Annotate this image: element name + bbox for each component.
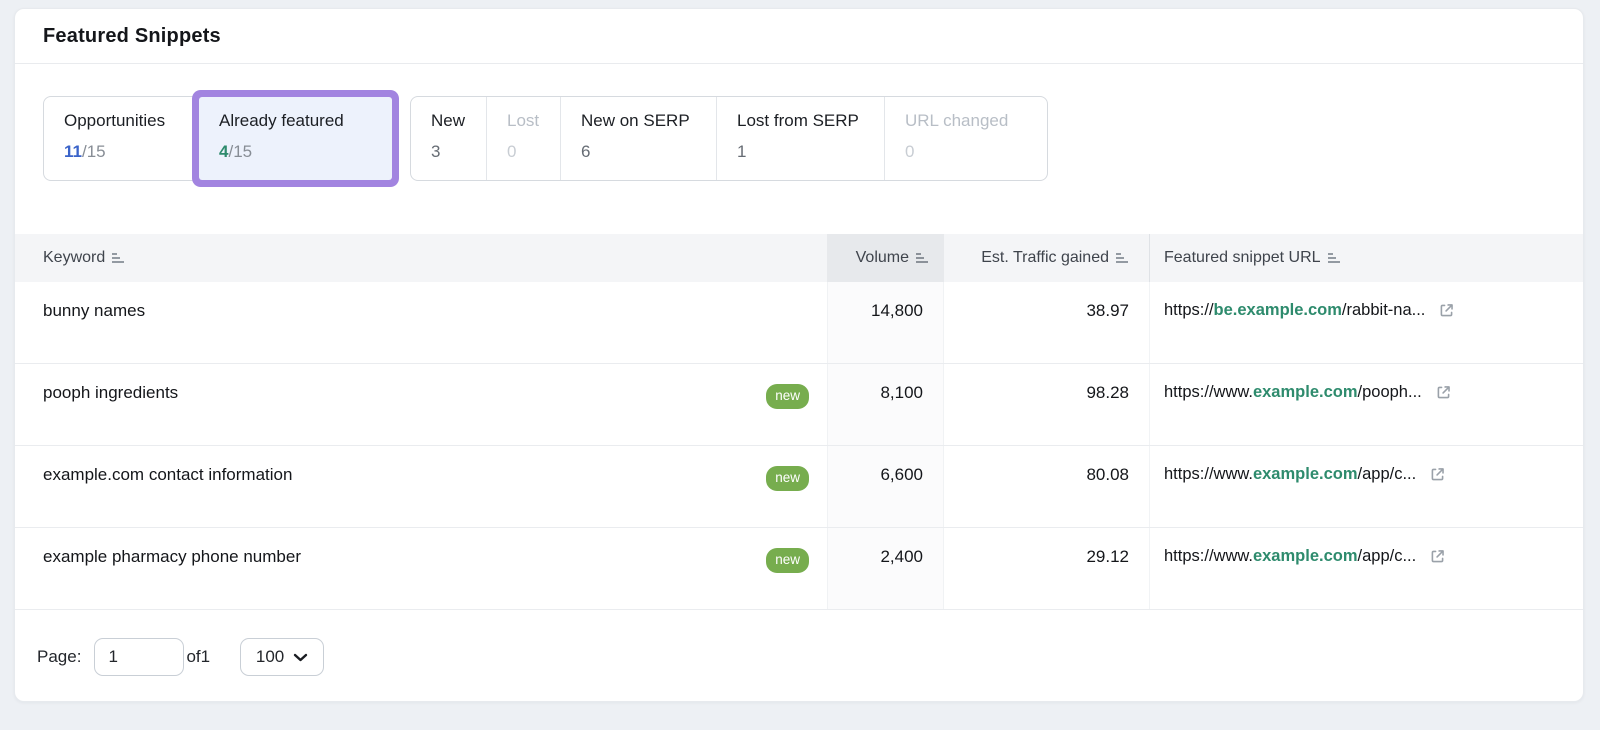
keywords-table: Keyword Volume Est. Traffic gained Featu…	[15, 234, 1583, 610]
tab-lost-from-serp-label: Lost from SERP	[737, 111, 864, 131]
tab-already-featured-total: /15	[228, 142, 252, 161]
traffic-value: 98.28	[944, 364, 1149, 445]
volume-value: 2,400	[827, 528, 944, 609]
keyword-text: bunny names	[43, 301, 145, 321]
snippet-url[interactable]: https://www.example.com/app/c...	[1164, 547, 1416, 566]
page-number-input[interactable]	[94, 638, 184, 676]
snippet-url[interactable]: https://www.example.com/app/c...	[1164, 465, 1416, 484]
new-badge: new	[766, 548, 809, 573]
tab-already-featured-label: Already featured	[219, 111, 372, 131]
page-of-text: of1	[186, 647, 210, 667]
panel-header: Featured Snippets	[15, 9, 1583, 64]
snippet-url[interactable]: https://be.example.com/rabbit-na...	[1164, 301, 1425, 320]
sort-icon[interactable]	[916, 252, 929, 264]
tab-new-on-serp-count: 6	[581, 142, 696, 162]
column-header-url[interactable]: Featured snippet URL	[1149, 234, 1583, 282]
secondary-filter-group: New 3 Lost 0 New on SERP 6 Lost from SER…	[410, 96, 1048, 181]
url-domain: be.example.com	[1214, 301, 1342, 319]
pagination: Page: of1 100	[37, 638, 324, 676]
column-header-traffic[interactable]: Est. Traffic gained	[944, 234, 1149, 282]
volume-value: 6,600	[827, 446, 944, 527]
tab-lost-label: Lost	[507, 111, 540, 131]
chevron-down-icon	[293, 647, 308, 667]
tab-lost-from-serp-count: 1	[737, 142, 864, 162]
sort-icon[interactable]	[1328, 252, 1341, 264]
keyword-text: pooph ingredients	[43, 383, 178, 403]
tab-lost-count: 0	[507, 142, 540, 162]
snippet-url[interactable]: https://www.example.com/pooph...	[1164, 383, 1422, 402]
new-badge: new	[766, 384, 809, 409]
sort-icon[interactable]	[112, 252, 125, 264]
page-size-select[interactable]: 100	[240, 638, 324, 676]
tab-new-on-serp-label: New on SERP	[581, 111, 696, 131]
primary-filter-group: Opportunities 11/15 Already featured 4/1…	[43, 96, 393, 181]
volume-value: 8,100	[827, 364, 944, 445]
url-domain: example.com	[1253, 383, 1358, 401]
tab-url-changed-label: URL changed	[905, 111, 1027, 131]
page-label: Page:	[37, 647, 81, 667]
tab-lost: Lost 0	[486, 97, 560, 180]
column-header-keyword[interactable]: Keyword	[15, 234, 827, 282]
tab-new-label: New	[431, 111, 466, 131]
filter-tabs-row: Opportunities 11/15 Already featured 4/1…	[43, 96, 1555, 181]
tab-new-count: 3	[431, 142, 466, 162]
table-row: example pharmacy phone number new 2,400 …	[15, 528, 1583, 610]
external-link-icon[interactable]	[1429, 466, 1446, 488]
table-row: pooph ingredients new 8,100 98.28 https:…	[15, 364, 1583, 446]
new-badge: new	[766, 466, 809, 491]
keyword-text: example.com contact information	[43, 465, 292, 485]
keyword-text: example pharmacy phone number	[43, 547, 301, 567]
table-row: example.com contact information new 6,60…	[15, 446, 1583, 528]
column-header-volume[interactable]: Volume	[827, 234, 944, 282]
url-domain: example.com	[1253, 547, 1358, 565]
tab-opportunities[interactable]: Opportunities 11/15	[44, 97, 199, 180]
sort-icon[interactable]	[1116, 252, 1129, 264]
featured-snippets-panel: Featured Snippets Opportunities 11/15 Al…	[14, 8, 1584, 702]
table-header-row: Keyword Volume Est. Traffic gained Featu…	[15, 234, 1583, 282]
tab-url-changed: URL changed 0	[884, 97, 1047, 180]
tab-opportunities-label: Opportunities	[64, 111, 179, 131]
url-domain: example.com	[1253, 465, 1358, 483]
tab-new-on-serp[interactable]: New on SERP 6	[560, 97, 716, 180]
external-link-icon[interactable]	[1429, 548, 1446, 570]
page-size-value: 100	[256, 647, 284, 667]
traffic-value: 80.08	[944, 446, 1149, 527]
table-row: bunny names 14,800 38.97 https://be.exam…	[15, 282, 1583, 364]
tab-new[interactable]: New 3	[411, 97, 486, 180]
traffic-value: 38.97	[944, 282, 1149, 363]
page-title: Featured Snippets	[43, 25, 221, 48]
tab-lost-from-serp[interactable]: Lost from SERP 1	[716, 97, 884, 180]
traffic-value: 29.12	[944, 528, 1149, 609]
tab-already-featured[interactable]: Already featured 4/15	[199, 97, 392, 180]
external-link-icon[interactable]	[1435, 384, 1452, 406]
tab-opportunities-count: 11	[64, 142, 82, 161]
volume-value: 14,800	[827, 282, 944, 363]
tab-opportunities-total: /15	[82, 142, 106, 161]
tab-url-changed-count: 0	[905, 142, 1027, 162]
external-link-icon[interactable]	[1438, 302, 1455, 324]
